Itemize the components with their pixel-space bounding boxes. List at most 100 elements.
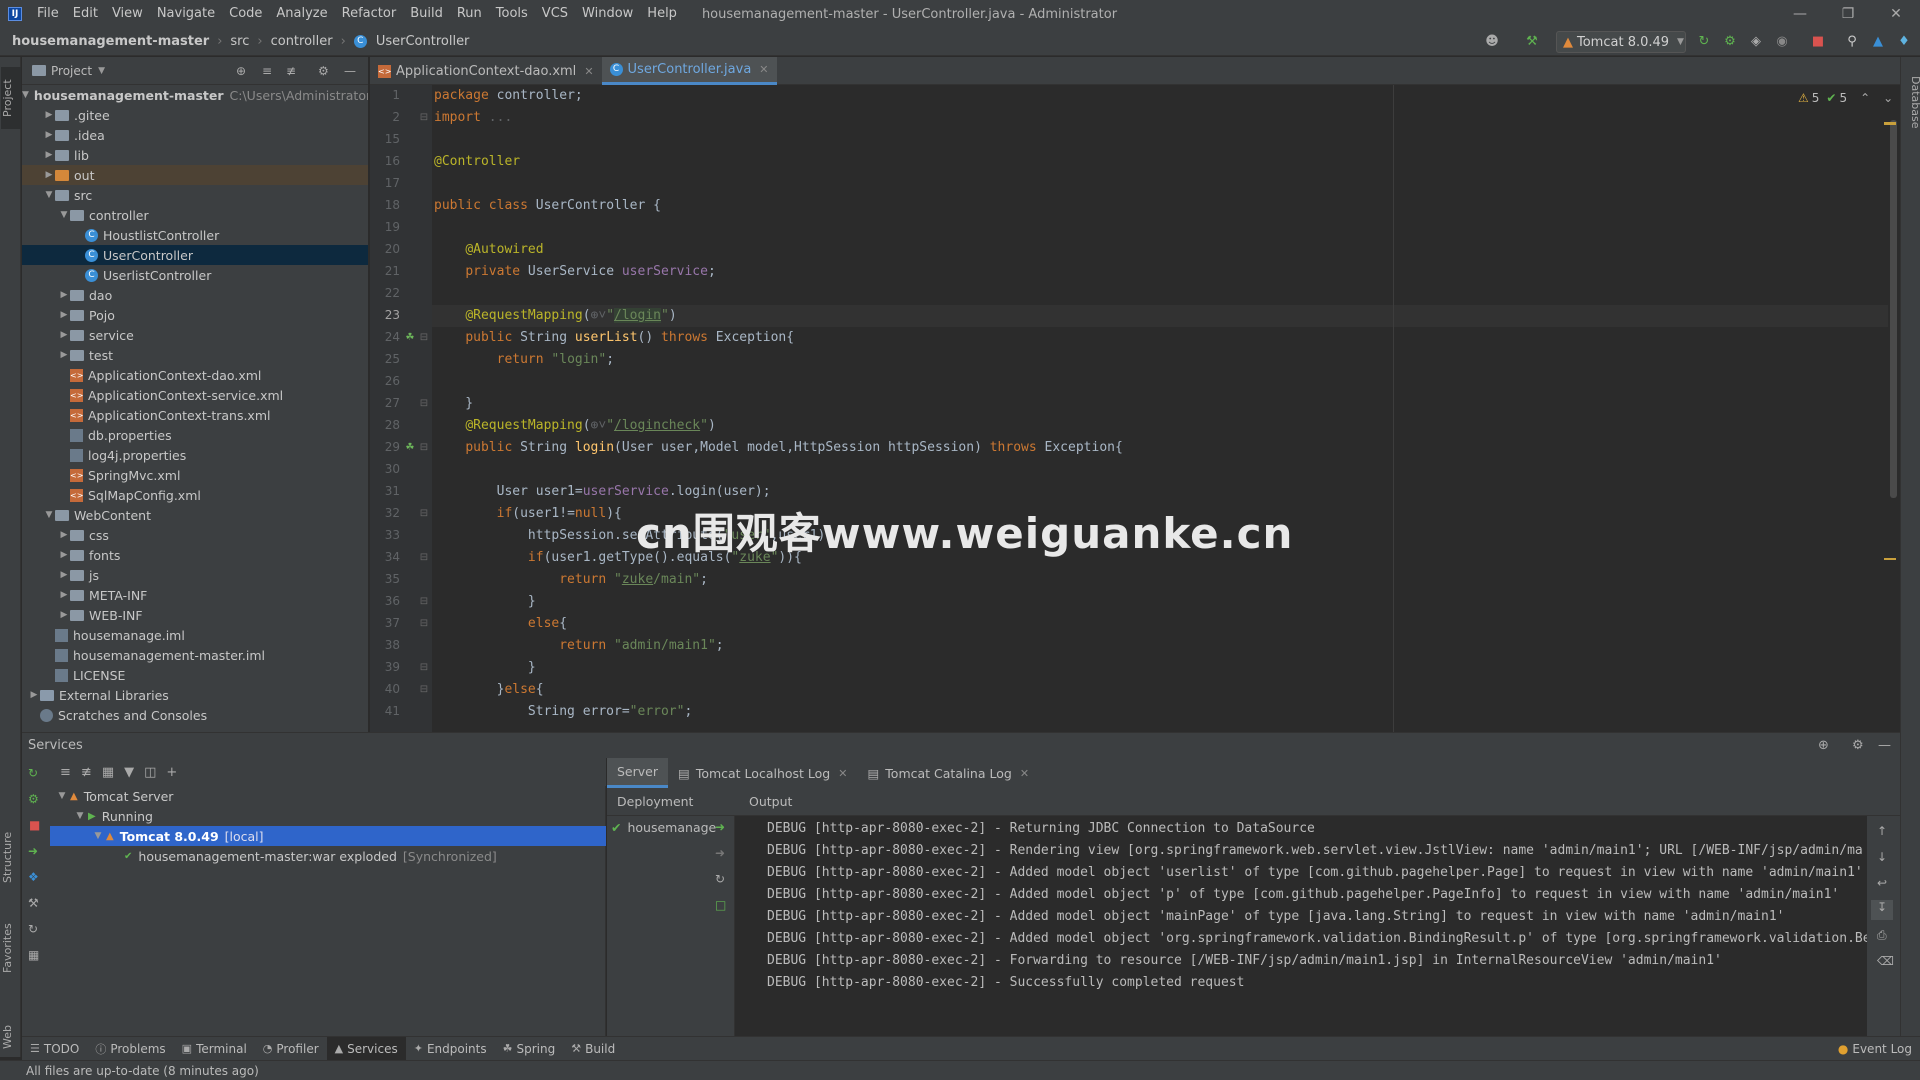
rerun-icon[interactable]: ↻	[28, 766, 38, 780]
hide-panel-icon[interactable]: —	[1878, 738, 1891, 753]
console-output[interactable]: DEBUG [http-apr-8080-exec-2] - Returning…	[759, 816, 1867, 1036]
chevron-right-icon[interactable]: ▶	[58, 330, 70, 340]
fold-marker-icon[interactable]: ⊟	[418, 442, 430, 454]
chevron-down-icon[interactable]: ⌄	[1883, 91, 1893, 105]
tool-window-problems[interactable]: ⓘ Problems	[87, 1037, 173, 1061]
fold-marker-icon[interactable]: ⊟	[418, 684, 430, 696]
tree-item[interactable]: ▼ WebContent	[22, 505, 368, 525]
minimize-button[interactable]: —	[1776, 0, 1824, 28]
chevron-right-icon[interactable]: ▶	[28, 690, 40, 700]
chevron-right-icon[interactable]: ▶	[58, 530, 70, 540]
coverage-icon[interactable]: ◈	[1748, 34, 1764, 50]
stop-icon[interactable]: ■	[29, 818, 40, 832]
menu-help[interactable]: Help	[640, 0, 684, 28]
tree-item[interactable]: ▶ .gitee	[22, 105, 368, 125]
tool-window-endpoints[interactable]: ✦ Endpoints	[406, 1037, 495, 1061]
search-icon[interactable]: ⚲	[1844, 34, 1860, 50]
chevron-down-icon[interactable]: ▼	[22, 90, 29, 100]
chevron-right-icon[interactable]: ▶	[58, 570, 70, 580]
tree-item[interactable]: ▶ fonts	[22, 545, 368, 565]
expand-all-icon[interactable]: ≡	[60, 765, 71, 780]
deployment-item[interactable]: ✔ housemanage	[611, 820, 716, 835]
menu-view[interactable]: View	[105, 0, 150, 28]
tree-item[interactable]: ▶ WEB-INF	[22, 605, 368, 625]
refresh-icon[interactable]: ↻	[715, 872, 725, 886]
undeploy-icon[interactable]: ➜	[715, 846, 725, 860]
tree-item[interactable]: ▶ dao	[22, 285, 368, 305]
gear-icon[interactable]: ⚙	[318, 64, 329, 78]
chevron-right-icon[interactable]: ▶	[58, 610, 70, 620]
spring-bean-icon[interactable]: ☘	[404, 332, 416, 344]
menu-file[interactable]: File	[30, 0, 66, 28]
tree-item[interactable]: ▼ controller	[22, 205, 368, 225]
chevron-right-icon[interactable]: ▶	[43, 150, 55, 160]
globe-icon[interactable]: ⊕	[1818, 738, 1829, 753]
run-configuration-dropdown[interactable]: ▲ Tomcat 8.0.49 ▼	[1556, 31, 1686, 53]
chevron-down-icon[interactable]: ▼	[92, 831, 104, 841]
close-tab-icon[interactable]: ✕	[584, 65, 593, 78]
close-tab-icon[interactable]: ✕	[838, 767, 847, 780]
chevron-down-icon[interactable]: ▼	[58, 210, 70, 220]
layout-icon[interactable]: ▦	[28, 948, 39, 962]
tree-item[interactable]: Scratches and Consoles	[22, 705, 368, 725]
chevron-right-icon[interactable]: ▶	[58, 550, 70, 560]
editor-tab[interactable]: <> ApplicationContext-dao.xml ✕	[370, 57, 602, 85]
tree-item[interactable]: C UserlistController	[22, 265, 368, 285]
arrow-up-icon[interactable]: ↑	[1877, 824, 1887, 838]
menu-vcs[interactable]: VCS	[535, 0, 575, 28]
soft-wrap-icon[interactable]: ↩	[1877, 876, 1887, 890]
wrench-icon[interactable]: ⚒	[28, 896, 39, 910]
tree-item[interactable]: ▼ src	[22, 185, 368, 205]
update-icon[interactable]: ▲	[1870, 34, 1886, 50]
tool-window-todo[interactable]: ☰ TODO	[22, 1037, 87, 1061]
chevron-right-icon[interactable]: ▶	[43, 110, 55, 120]
fold-marker-icon[interactable]: ⊟	[418, 332, 430, 344]
hide-panel-icon[interactable]: —	[344, 64, 356, 78]
warning-stripe[interactable]	[1884, 558, 1896, 560]
chevron-right-icon[interactable]: ▶	[58, 590, 70, 600]
chevron-down-icon[interactable]: ▼	[74, 811, 86, 821]
tree-item[interactable]: <> SpringMvc.xml	[22, 465, 368, 485]
user-icon[interactable]: ☻	[1484, 34, 1500, 50]
fold-marker-icon[interactable]: ⊟	[418, 398, 430, 410]
deploy-icon[interactable]: ➜	[715, 820, 725, 834]
collapse-all-icon[interactable]: ≢	[81, 765, 92, 780]
fold-marker-icon[interactable]: ⊟	[418, 508, 430, 520]
debug-icon[interactable]: ⚙	[28, 792, 39, 806]
restore-button[interactable]: ❐	[1824, 0, 1872, 28]
service-tree-item[interactable]: ✔ housemanagement-master:war exploded [Syn…	[50, 846, 606, 866]
chevron-right-icon[interactable]: ▶	[43, 130, 55, 140]
menu-window[interactable]: Window	[575, 0, 640, 28]
tree-item[interactable]: <> ApplicationContext-service.xml	[22, 385, 368, 405]
arrow-down-icon[interactable]: ↓	[1877, 850, 1887, 864]
fold-marker-icon[interactable]: ⊟	[418, 112, 430, 124]
tree-item[interactable]: ▶ lib	[22, 145, 368, 165]
chevron-right-icon[interactable]: ▶	[43, 170, 55, 180]
editor-tab[interactable]: C UserController.java ✕	[601, 57, 777, 85]
menu-tools[interactable]: Tools	[489, 0, 535, 28]
breadcrumb-usercontroller[interactable]: UserController	[372, 34, 474, 49]
event-log-button[interactable]: ● Event Log	[1830, 1037, 1920, 1061]
filter-icon[interactable]: ▼	[124, 765, 134, 780]
menu-refactor[interactable]: Refactor	[335, 0, 404, 28]
fold-marker-icon[interactable]: ⊟	[418, 596, 430, 608]
menu-code[interactable]: Code	[222, 0, 269, 28]
output-tab[interactable]: ▤ Tomcat Localhost Log ✕	[668, 758, 857, 788]
warning-stripe[interactable]	[1884, 122, 1896, 125]
chevron-down-icon[interactable]: ▼	[56, 791, 68, 801]
group-icon[interactable]: ▦	[102, 765, 114, 780]
tool-window-build[interactable]: ⚒ Build	[563, 1037, 623, 1061]
rerun-icon[interactable]: ↻	[1696, 34, 1712, 50]
fold-marker-icon[interactable]: ⊟	[418, 618, 430, 630]
tree-item[interactable]: <> ApplicationContext-trans.xml	[22, 405, 368, 425]
tree-item[interactable]: C UserController	[22, 245, 368, 265]
update-app-icon[interactable]: ❖	[28, 870, 39, 884]
tree-item[interactable]: ▶ Pojo	[22, 305, 368, 325]
tree-item[interactable]: <> SqlMapConfig.xml	[22, 485, 368, 505]
tree-item[interactable]: ▶ css	[22, 525, 368, 545]
chevron-right-icon[interactable]: ▶	[58, 350, 70, 360]
artifact-icon[interactable]: □	[715, 898, 726, 912]
new-tab-icon[interactable]: ◫	[144, 765, 156, 780]
tree-item[interactable]: db.properties	[22, 425, 368, 445]
profiler-icon[interactable]: ◉	[1774, 34, 1790, 50]
